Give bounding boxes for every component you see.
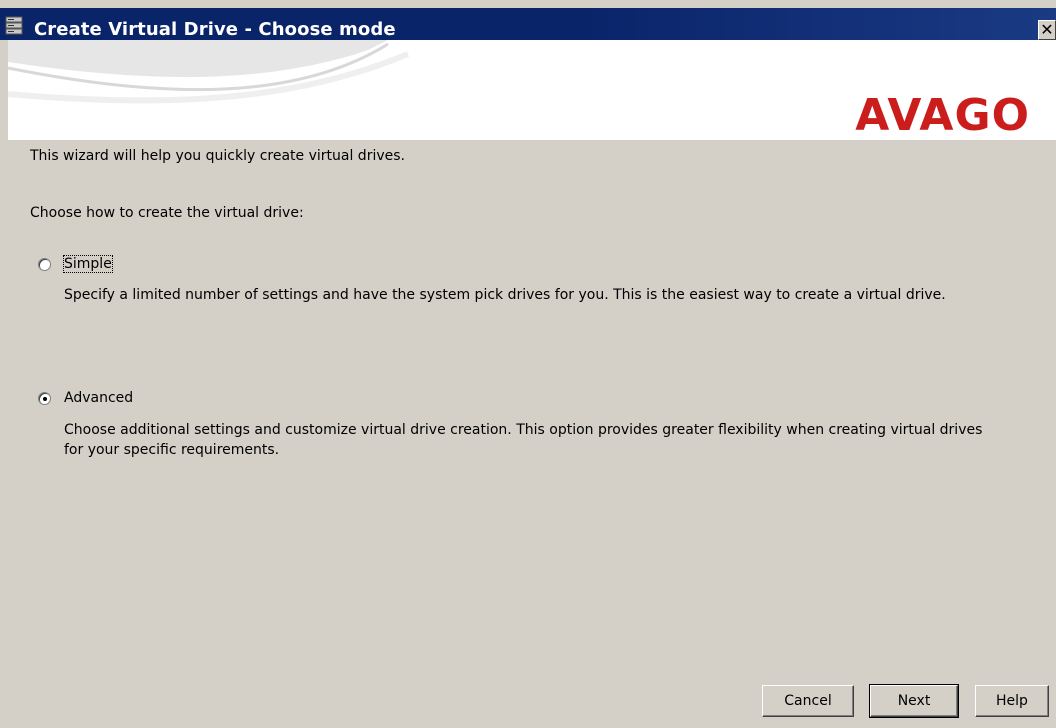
intro-text: This wizard will help you quickly create… (30, 148, 405, 164)
close-button[interactable]: ✕ (1038, 20, 1056, 40)
advanced-radio[interactable] (38, 392, 51, 405)
avago-logo: AVAGO (855, 90, 1030, 140)
cancel-button[interactable]: Cancel (762, 685, 854, 717)
close-icon: ✕ (1040, 20, 1054, 39)
server-icon (5, 16, 23, 35)
wizard-window: Create Virtual Drive - Choose mode ✕ AVA… (0, 0, 1056, 728)
simple-radio[interactable] (38, 258, 51, 271)
advanced-description: Choose additional settings and customize… (64, 422, 983, 458)
help-button[interactable]: Help (975, 685, 1049, 717)
simple-description: Specify a limited number of settings and… (64, 287, 946, 303)
prompt-text: Choose how to create the virtual drive: (30, 205, 304, 221)
simple-label[interactable]: Simple (63, 255, 113, 273)
window-left-border (0, 40, 8, 728)
window-title: Create Virtual Drive - Choose mode (34, 19, 396, 40)
radio-selected-dot (42, 396, 47, 401)
header-banner: AVAGO (8, 40, 1056, 140)
title-bar[interactable]: Create Virtual Drive - Choose mode ✕ (0, 8, 1056, 40)
next-button[interactable]: Next (869, 684, 959, 718)
advanced-label[interactable]: Advanced (64, 390, 133, 406)
